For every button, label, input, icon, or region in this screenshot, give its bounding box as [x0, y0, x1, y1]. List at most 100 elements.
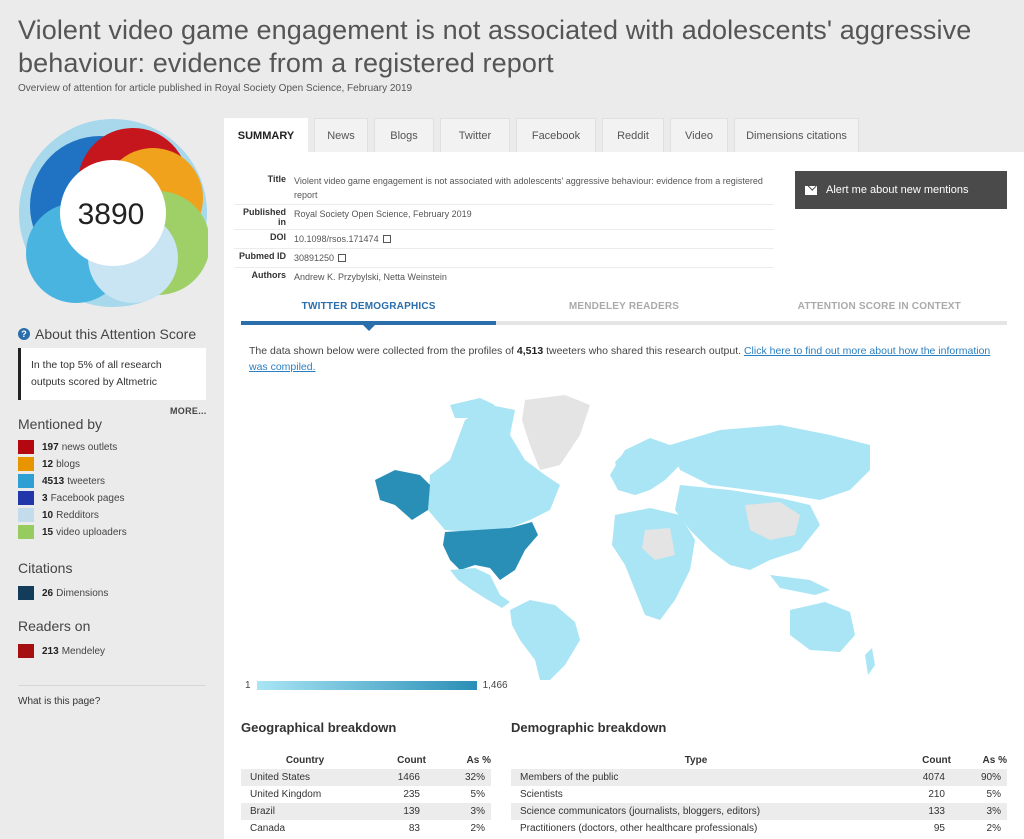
source-count: 213 — [42, 645, 59, 657]
tab-facebook[interactable]: Facebook — [516, 118, 596, 153]
tab-video[interactable]: Video — [670, 118, 728, 153]
source-label: tweeters — [67, 475, 106, 487]
attention-score: 3890 — [78, 198, 145, 231]
tab-reddit[interactable]: Reddit — [602, 118, 664, 153]
citations-heading: Citations — [18, 560, 73, 576]
table-cell: Brazil — [241, 803, 369, 820]
map-africa — [612, 508, 695, 620]
mention-news-outlets[interactable]: 197 news outlets — [18, 440, 117, 454]
question-icon: ? — [18, 328, 30, 340]
table-cell: 95 — [933, 823, 945, 834]
table-cell: United States — [241, 769, 369, 786]
subtab-mendeley-readers[interactable]: MENDELEY READERS — [496, 295, 752, 325]
meta-label: DOI — [269, 232, 286, 242]
pubmed-value: 30891250 — [294, 253, 335, 263]
table-row: United States 1466 32% — [241, 769, 491, 786]
meta-label: Pubmed ID — [238, 251, 286, 261]
table-row: Science communicators (journalists, blog… — [511, 803, 1007, 820]
meta-published-value: Royal Society Open Science, February 201… — [294, 209, 472, 219]
table-cell: Practitioners (doctors, other healthcare… — [520, 823, 758, 834]
source-label: Dimensions — [56, 587, 109, 599]
map-new-zealand — [865, 648, 875, 675]
table-row: Brazil 139 3% — [241, 803, 491, 820]
table-cell: 133 — [881, 803, 951, 820]
source-count: 10 — [42, 509, 54, 521]
table-cell: 3% — [426, 803, 491, 820]
source-color-swatch — [18, 440, 34, 454]
table-row: Scientists 210 5% — [511, 786, 1007, 803]
subtab-attention-score-context[interactable]: ATTENTION SCORE IN CONTEXT — [751, 295, 1007, 325]
world-map[interactable] — [350, 390, 890, 680]
table-cell: 235 — [403, 789, 420, 800]
table-cell: 32% — [426, 769, 491, 786]
geo-breakdown-title: Geographical breakdown — [241, 720, 397, 735]
source-count: 26 — [42, 587, 54, 599]
demographics-intro: The data shown below were collected from… — [249, 343, 1009, 375]
table-cell: Scientists — [520, 789, 563, 800]
tab-dimensions-citations[interactable]: Dimensions citations — [734, 118, 859, 153]
map-south-america — [510, 600, 580, 680]
table-cell: 139 — [369, 803, 426, 820]
column-header: Count — [397, 755, 426, 766]
table-cell: 90% — [951, 769, 1007, 786]
article-metadata: Title Violent video game engagement is n… — [234, 172, 774, 286]
tab-twitter[interactable]: Twitter — [440, 118, 510, 153]
source-label: Mendeley — [61, 645, 106, 657]
map-alaska — [375, 470, 430, 520]
legend-gradient — [256, 681, 477, 690]
table-cell: 3% — [951, 803, 1007, 820]
source-color-swatch — [18, 508, 34, 522]
table-cell: 2% — [470, 823, 485, 834]
table-row: Canada 83 2% — [241, 820, 491, 837]
demo-breakdown-title: Demographic breakdown — [511, 720, 667, 735]
table-row: Practitioners (doctors, other healthcare… — [511, 820, 1007, 837]
tweeter-count: 4,513 — [516, 345, 544, 357]
doi-value: 10.1098/rsos.171474 — [294, 234, 379, 244]
map-asia — [675, 485, 820, 570]
source-color-swatch — [18, 525, 34, 539]
mention-facebook-pages[interactable]: 3 Facebook pages — [18, 491, 125, 505]
citation-dimensions[interactable]: 26 Dimensions — [18, 586, 108, 600]
meta-published-row: Published in Royal Society Open Science,… — [234, 205, 774, 230]
mention-blogs[interactable]: 12 blogs — [18, 457, 80, 471]
mention-video-uploaders[interactable]: 15 video uploaders — [18, 525, 127, 539]
meta-pubmed-row: Pubmed ID 30891250 — [234, 249, 774, 268]
altmetric-donut[interactable]: 3890 — [18, 118, 208, 308]
tab-summary[interactable]: SUMMARY — [224, 118, 308, 153]
tab-blogs[interactable]: Blogs — [374, 118, 434, 153]
source-count: 12 — [42, 458, 54, 470]
table-cell: 5% — [470, 789, 485, 800]
source-label: Facebook pages — [50, 492, 125, 504]
geo-breakdown-table: Country Count As % United States 1466 32% Unit… — [241, 752, 491, 837]
reader-mendeley[interactable]: 213 Mendeley — [18, 644, 105, 658]
tab-news[interactable]: News — [314, 118, 368, 153]
table-cell: 2% — [986, 823, 1001, 834]
doi-link[interactable]: 10.1098/rsos.171474 — [294, 232, 391, 246]
meta-doi-row: DOI 10.1098/rsos.171474 — [234, 230, 774, 249]
source-count: 15 — [42, 526, 54, 538]
more-link[interactable]: MORE... — [170, 406, 207, 416]
about-score-link[interactable]: ? About this Attention Score — [18, 326, 196, 342]
legend-min: 1 — [245, 680, 251, 691]
meta-label: Authors — [251, 270, 287, 280]
intro-text: The data shown below were collected from… — [249, 345, 517, 357]
meta-label: Title — [267, 174, 286, 184]
source-label: blogs — [56, 458, 81, 470]
mention-redditors[interactable]: 10 Redditors — [18, 508, 99, 522]
mentioned-by-heading: Mentioned by — [18, 416, 103, 432]
demo-breakdown-table: Type Count As % Members of the public 4074 90… — [511, 752, 1007, 837]
external-link-icon — [382, 235, 391, 243]
meta-title-value: Violent video game engagement is not ass… — [294, 176, 763, 200]
demographics-subtabs: TWITTER DEMOGRAPHICS MENDELEY READERS AT… — [241, 295, 1007, 331]
subtab-twitter-demographics[interactable]: TWITTER DEMOGRAPHICS — [241, 295, 497, 331]
source-label: Redditors — [56, 509, 99, 521]
what-is-this-page-link[interactable]: What is this page? — [18, 696, 100, 707]
alert-mentions-button[interactable]: Alert me about new mentions — [795, 171, 1007, 209]
mention-tweeters[interactable]: 4513 tweeters — [18, 474, 105, 488]
pubmed-link[interactable]: 30891250 — [294, 251, 347, 265]
envelope-icon — [805, 185, 817, 195]
table-header-row: Type Count As % — [511, 752, 1007, 769]
table-cell: 1466 — [369, 769, 426, 786]
meta-title-row: Title Violent video game engagement is n… — [234, 172, 774, 205]
column-header: As % — [466, 755, 491, 766]
